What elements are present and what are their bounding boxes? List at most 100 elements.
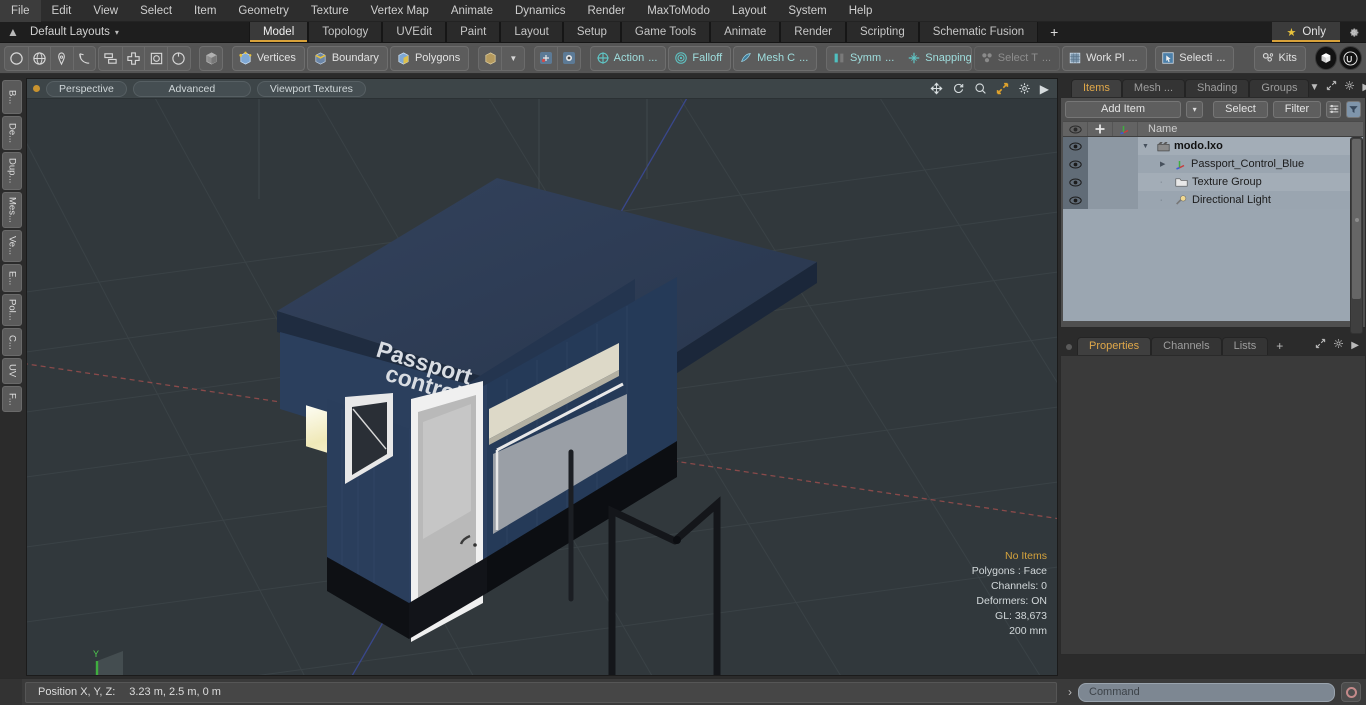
eye-icon[interactable]	[1063, 191, 1088, 209]
axis-cell[interactable]	[1113, 155, 1138, 173]
lock-cell[interactable]	[1088, 191, 1113, 209]
items-list-row-name[interactable]: ▶ Passport_Control_Blue	[1138, 158, 1363, 170]
panel-tab-groups[interactable]: Groups	[1249, 79, 1310, 97]
selection-mode-polygons[interactable]: Polygons	[389, 45, 470, 71]
menu-item-dynamics[interactable]: Dynamics	[504, 0, 576, 22]
move-view-icon[interactable]	[930, 82, 943, 95]
gear-icon[interactable]	[1344, 80, 1355, 94]
items-list-row[interactable]: ▶ Passport_Control_Blue	[1063, 155, 1363, 173]
eye-icon[interactable]	[1063, 155, 1088, 173]
modo-cube-icon[interactable]	[1314, 46, 1338, 70]
panel-tab-shading[interactable]: Shading	[1185, 79, 1250, 97]
items-list-row[interactable]: · Directional Light	[1063, 191, 1363, 209]
viewport-menu-dot[interactable]	[33, 85, 40, 92]
menu-item-help[interactable]: Help	[838, 0, 884, 22]
menu-item-view[interactable]: View	[82, 0, 129, 22]
lock-cell[interactable]	[1088, 155, 1113, 173]
kits-button[interactable]: Kits	[1253, 45, 1306, 71]
viewport-more-icon[interactable]: ▶	[1040, 82, 1049, 96]
tool-tab-0[interactable]: B...	[2, 80, 22, 114]
move-icon[interactable]	[121, 46, 145, 70]
layout-tab-render[interactable]: Render	[780, 22, 846, 42]
more-icon[interactable]: ▶	[1351, 340, 1359, 351]
zoom-view-icon[interactable]	[974, 82, 987, 95]
only-toggle-button[interactable]: ★ Only	[1272, 22, 1340, 42]
position-readout[interactable]: Position X, Y, Z: 3.23 m, 2.5 m, 0 m	[25, 681, 1057, 703]
expand-icon[interactable]	[1326, 80, 1337, 94]
lock-cell[interactable]	[1088, 173, 1113, 191]
layout-tab-schematic-fusion[interactable]: Schematic Fusion	[918, 22, 1039, 42]
tool-tab-6[interactable]: Pol...	[2, 294, 22, 326]
panel-tab-properties[interactable]: Properties	[1077, 337, 1152, 355]
items-list-row-name[interactable]: · Texture Group	[1138, 176, 1363, 188]
viewport-tab-perspective[interactable]: Perspective	[46, 80, 127, 97]
menu-item-select[interactable]: Select	[129, 0, 183, 22]
radial-icon[interactable]	[167, 46, 190, 70]
menu-item-file[interactable]: File	[0, 0, 41, 22]
pen-icon[interactable]	[50, 46, 73, 70]
items-list-row-name[interactable]: ▼ modo.lxo	[1138, 140, 1363, 152]
scene-view-icon[interactable]	[535, 47, 558, 70]
select-button[interactable]: Select	[1213, 100, 1268, 118]
circle-icon[interactable]	[5, 47, 28, 70]
gear-icon[interactable]	[1333, 338, 1344, 352]
menu-item-animate[interactable]: Animate	[440, 0, 504, 22]
items-list[interactable]: ▼ modo.lxo ▶ Passport_Control_Blue · Texture …	[1063, 137, 1363, 321]
unreal-icon[interactable]	[1339, 46, 1362, 70]
menu-item-vertex-map[interactable]: Vertex Map	[360, 0, 440, 22]
action-center-button[interactable]: Action ...	[589, 45, 667, 71]
command-input[interactable]: Command	[1078, 682, 1335, 702]
mesh-constraint-button[interactable]: Mesh C ...	[733, 45, 818, 71]
selection-mode-boundary[interactable]: Boundary	[306, 45, 388, 71]
add-properties-tab-button[interactable]: +	[1268, 337, 1291, 355]
lock-cell[interactable]	[1088, 137, 1113, 155]
axis-cell[interactable]	[1113, 191, 1138, 209]
tool-tab-8[interactable]: UV	[2, 358, 22, 384]
panel-tab-channels[interactable]: Channels	[1151, 337, 1222, 355]
menu-item-geometry[interactable]: Geometry	[227, 0, 300, 22]
collapse-triangle-icon[interactable]: ▶	[1160, 160, 1171, 168]
properties-panel-menu-dot[interactable]	[1066, 344, 1072, 350]
items-list-row[interactable]: · Texture Group	[1063, 173, 1363, 191]
rotate-view-icon[interactable]	[952, 82, 965, 95]
tool-tab-3[interactable]: Mes...	[2, 192, 22, 228]
gear-icon[interactable]	[1340, 22, 1366, 42]
list-options-icon[interactable]	[1326, 100, 1342, 118]
layout-tab-paint[interactable]: Paint	[446, 22, 501, 42]
center-icon[interactable]	[144, 46, 167, 70]
eye-icon[interactable]	[1063, 137, 1088, 155]
selection-set-button[interactable]: Selecti ...	[1155, 45, 1235, 71]
add-item-dropdown[interactable]: ▾	[1186, 100, 1204, 118]
items-list-row[interactable]: ▼ modo.lxo	[1063, 137, 1363, 155]
tool-tab-7[interactable]: C...	[2, 328, 22, 356]
snapping-button[interactable]: Snapping	[902, 47, 971, 70]
expand-triangle-icon[interactable]: ▼	[1142, 143, 1153, 150]
status-bar-grip[interactable]	[0, 679, 22, 705]
more-icon[interactable]: ▶	[1362, 82, 1366, 93]
curve-icon[interactable]	[72, 46, 96, 70]
viewport-tab-advanced[interactable]: Advanced	[132, 80, 251, 97]
expand-icon[interactable]	[1315, 338, 1326, 352]
menu-item-render[interactable]: Render	[576, 0, 636, 22]
viewport-3d[interactable]: Passport control Y Perspective Advanced …	[26, 78, 1058, 676]
add-layout-tab-button[interactable]: +	[1038, 22, 1070, 42]
cube-icon[interactable]	[199, 45, 223, 71]
chevron-down-icon[interactable]: ▼	[501, 46, 524, 70]
selection-mode-vertices[interactable]: Vertices	[231, 45, 305, 71]
menu-item-system[interactable]: System	[777, 0, 837, 22]
layout-tab-layout[interactable]: Layout	[500, 22, 563, 42]
layout-tab-scripting[interactable]: Scripting	[845, 22, 919, 42]
items-list-scrollbar[interactable]	[1350, 137, 1363, 334]
menu-item-maxtomodo[interactable]: MaxToModo	[636, 0, 721, 22]
home-icon[interactable]: ▲	[0, 22, 26, 42]
tree-branch-icon[interactable]: ·	[1160, 197, 1171, 204]
tool-tab-2[interactable]: Dup...	[2, 152, 22, 190]
layout-tab-game-tools[interactable]: Game Tools	[620, 22, 711, 42]
eye-icon[interactable]	[1063, 173, 1088, 191]
menu-item-edit[interactable]: Edit	[41, 0, 83, 22]
fit-view-icon[interactable]	[996, 82, 1009, 95]
tool-tab-4[interactable]: Ve...	[2, 230, 22, 262]
items-list-row-name[interactable]: · Directional Light	[1138, 194, 1363, 206]
layout-tab-animate[interactable]: Animate	[710, 22, 781, 42]
axis-cell[interactable]	[1113, 137, 1138, 155]
